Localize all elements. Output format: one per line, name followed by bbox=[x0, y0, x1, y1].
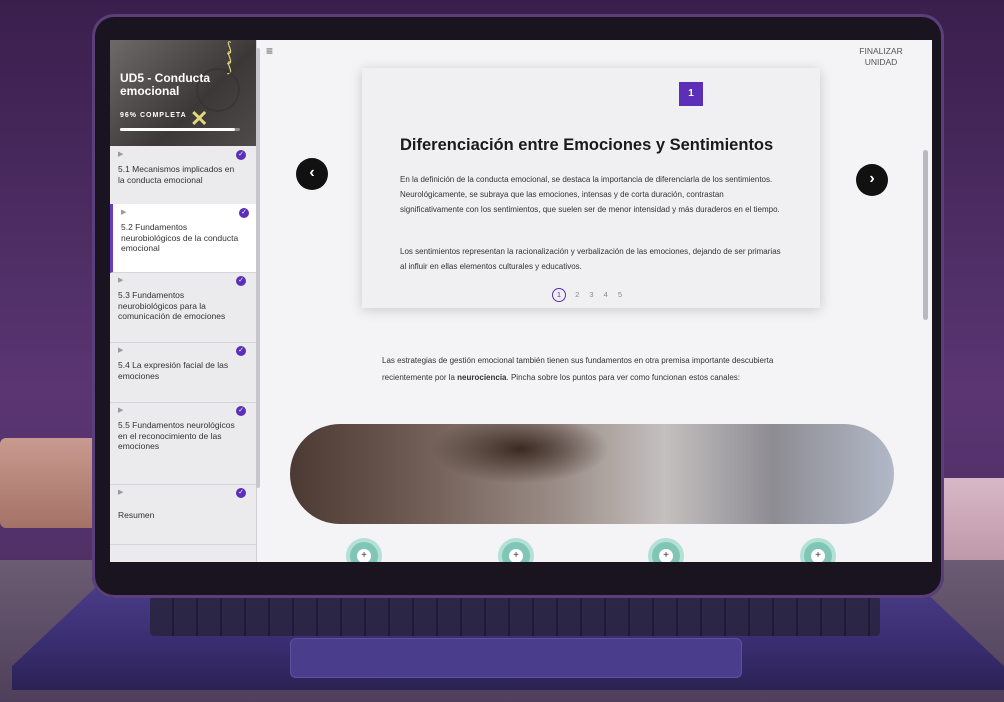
sidebar-item-5-3[interactable]: ▶ ✓ 5.3 Fundamentos neurobiológicos para… bbox=[110, 272, 256, 343]
card-title: Diferenciación entre Emociones y Sentimi… bbox=[400, 136, 774, 154]
intro-text-bold: neurociencia bbox=[457, 373, 507, 382]
prev-slide-button[interactable]: ‹ bbox=[296, 158, 328, 190]
page-indicator[interactable]: 5 bbox=[618, 290, 622, 299]
chevron-right-icon: ▶ bbox=[118, 347, 124, 354]
course-header: ⟆ ⟆ ⟆ UD5 - Conducta emocional ✕ 96% COMPL… bbox=[110, 40, 256, 146]
progress-label: 96% COMPLETA bbox=[120, 112, 187, 119]
check-circle-icon: ✓ bbox=[239, 208, 249, 218]
sidebar-item-5-2[interactable]: ▶ ✓ 5.2 Fundamentos neurobiológicos de l… bbox=[110, 204, 259, 273]
chevron-right-icon: ▶ bbox=[118, 277, 124, 284]
plus-icon: + bbox=[509, 549, 523, 562]
hotspot-button[interactable]: + bbox=[498, 538, 534, 562]
hotspot-button[interactable]: + bbox=[346, 538, 382, 562]
plus-icon: + bbox=[811, 549, 825, 562]
sidebar-item-resumen[interactable]: ▶ ✓ Resumen bbox=[110, 484, 256, 545]
process-card: 1 Diferenciación entre Emociones y Senti… bbox=[362, 68, 820, 308]
progress-bar-fill bbox=[120, 128, 236, 131]
sidebar-item-5-5[interactable]: ▶ ✓ 5.5 Fundamentos neurológicos en el r… bbox=[110, 402, 256, 485]
main-scrollbar[interactable] bbox=[923, 150, 928, 320]
lesson-label: 5.5 Fundamentos neurológicos en el recon… bbox=[118, 420, 235, 451]
plus-icon: + bbox=[357, 549, 371, 562]
pagination: 1 2 3 4 5 bbox=[552, 288, 626, 302]
plus-icon: + bbox=[659, 549, 673, 562]
lesson-label: 5.2 Fundamentos neurobiológicos de la co… bbox=[121, 222, 239, 253]
chevron-right-icon: ▶ bbox=[118, 407, 124, 414]
page-indicator[interactable]: 2 bbox=[575, 290, 579, 299]
finalize-unit-button[interactable]: FINALIZAR UNIDAD bbox=[856, 46, 906, 68]
course-sidebar: ⟆ ⟆ ⟆ UD5 - Conducta emocional ✕ 96% COMPL… bbox=[110, 40, 259, 562]
hotspot-button[interactable]: + bbox=[648, 538, 684, 562]
lesson-label: 5.3 Fundamentos neurobiológicos para la … bbox=[118, 290, 226, 321]
laptop-keyboard bbox=[150, 596, 880, 636]
page-indicator[interactable]: 4 bbox=[604, 290, 608, 299]
sidebar-item-5-1[interactable]: ▶ ✓ 5.1 Mecanismos implicados en la cond… bbox=[110, 146, 256, 205]
chevron-right-icon: ▶ bbox=[121, 209, 127, 216]
sidebar-item-5-4[interactable]: ▶ ✓ 5.4 La expresión facial de las emoci… bbox=[110, 342, 256, 403]
next-slide-button[interactable]: › bbox=[856, 164, 888, 196]
card-paragraph-2: Los sentimientos representan la racional… bbox=[400, 247, 781, 271]
hotspot-button[interactable]: + bbox=[800, 538, 836, 562]
zigzag-decoration: ⟆ ⟆ ⟆ bbox=[226, 40, 232, 75]
chevron-right-icon: ▶ bbox=[118, 489, 124, 496]
intro-paragraph: Las estrategias de gestión emocional tam… bbox=[382, 352, 802, 386]
main-content: ≡ FINALIZAR UNIDAD ‹ › 1 Diferenciación … bbox=[260, 40, 932, 562]
check-circle-icon: ✓ bbox=[236, 488, 246, 498]
page-indicator[interactable]: 3 bbox=[589, 290, 593, 299]
image-shading bbox=[430, 424, 610, 484]
page-indicator-current[interactable]: 1 bbox=[552, 288, 566, 302]
hamburger-icon[interactable]: ≡ bbox=[266, 44, 273, 58]
progress-bar bbox=[120, 128, 240, 131]
laptop-screen: ⟆ ⟆ ⟆ UD5 - Conducta emocional ✕ 96% COMPL… bbox=[110, 40, 932, 562]
chevron-right-icon: ▶ bbox=[118, 151, 124, 158]
card-paragraph-1: En la definición de la conducta emociona… bbox=[400, 175, 780, 214]
step-badge: 1 bbox=[679, 82, 703, 106]
check-circle-icon: ✓ bbox=[236, 150, 246, 160]
lesson-label: Resumen bbox=[118, 510, 155, 520]
lesson-label: 5.1 Mecanismos implicados en la conducta… bbox=[118, 164, 235, 185]
laptop-trackpad bbox=[290, 638, 742, 678]
course-title: UD5 - Conducta emocional bbox=[120, 71, 210, 98]
check-circle-icon: ✓ bbox=[236, 276, 246, 286]
lesson-label: 5.4 La expresión facial de las emociones bbox=[118, 360, 229, 381]
intro-text-end: . Pincha sobre los puntos para ver como … bbox=[506, 373, 740, 382]
check-circle-icon: ✓ bbox=[236, 406, 246, 416]
hero-image bbox=[290, 424, 894, 524]
check-circle-icon: ✓ bbox=[236, 346, 246, 356]
